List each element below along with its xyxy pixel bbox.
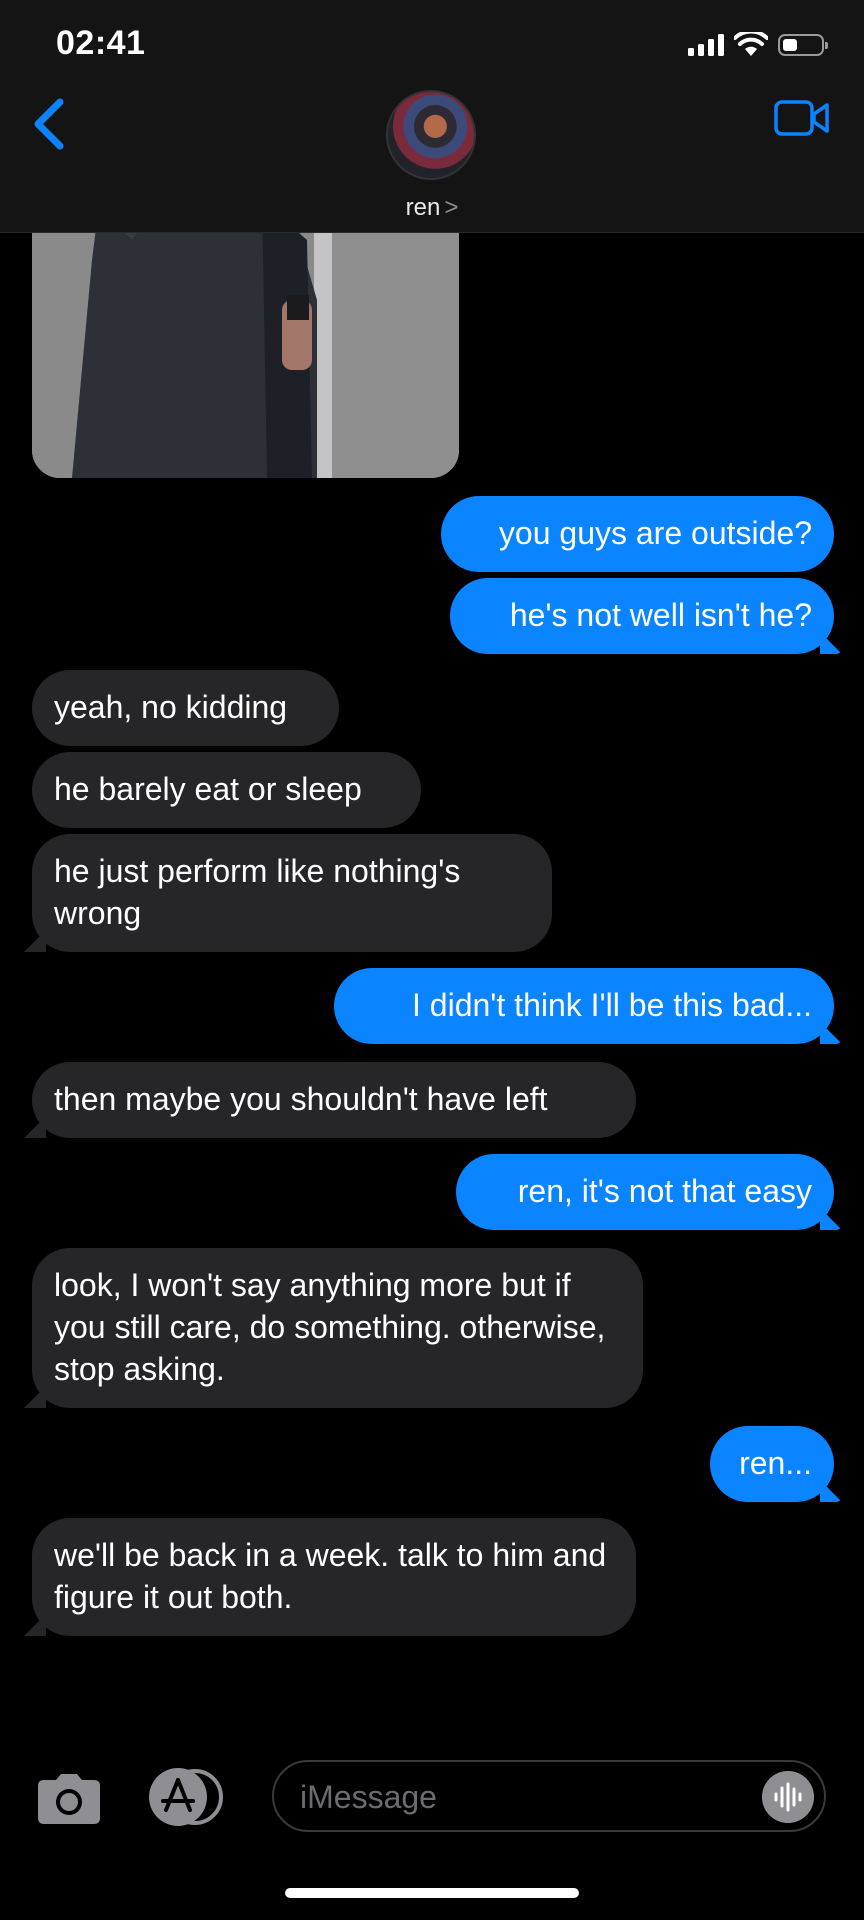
message-input[interactable]: iMessage [272,1760,826,1832]
message-bubble-incoming[interactable]: he barely eat or sleep [32,752,421,828]
message-text: yeah, no kidding [54,689,288,725]
status-time: 02:41 [56,24,146,62]
home-indicator[interactable] [285,1888,579,1898]
message-bubble-outgoing[interactable]: I didn't think I'll be this bad... [334,968,834,1044]
cellular-bars-icon [688,34,724,56]
message-bubble-outgoing[interactable]: ren... [710,1426,834,1502]
messages-screen: 02:41 ren > you guys are outside? he's n… [0,0,864,1920]
message-input-placeholder: iMessage [300,1779,437,1815]
camera-icon[interactable] [34,1772,104,1826]
message-text: look, I won't say anything more but if y… [54,1267,606,1387]
message-text: we'll be back in a week. talk to him and… [54,1537,607,1615]
message-bubble-outgoing[interactable]: he's not well isn't he? [450,578,834,654]
chevron-right-icon: > [444,194,459,221]
message-text: he's not well isn't he? [509,597,812,633]
message-bubble-incoming[interactable]: yeah, no kidding [32,670,339,746]
wifi-icon [734,32,768,56]
contact-name: ren [405,194,441,221]
app-store-icon[interactable] [146,1766,226,1828]
message-text: I didn't think I'll be this bad... [412,987,812,1023]
contact-name-button[interactable]: ren > [0,194,864,222]
battery-level [783,39,797,51]
message-bubble-incoming[interactable]: we'll be back in a week. talk to him and… [32,1518,636,1636]
audio-waveform-icon[interactable] [762,1771,814,1823]
message-text: ren, it's not that easy [517,1173,812,1209]
message-text: ren... [739,1445,812,1481]
message-bubble-incoming[interactable]: look, I won't say anything more but if y… [32,1248,643,1408]
contact-avatar[interactable] [386,90,476,180]
message-bubble-outgoing[interactable]: you guys are outside? [441,496,834,572]
message-bubble-incoming[interactable]: he just perform like nothing's wrong [32,834,552,952]
conversation-header: 02:41 ren > [0,0,864,233]
message-text: you guys are outside? [498,515,812,551]
facetime-video-icon[interactable] [774,98,830,138]
message-text: he barely eat or sleep [54,771,362,807]
battery-icon [778,34,828,56]
back-chevron-icon[interactable] [30,96,70,152]
message-text: he just perform like nothing's wrong [54,853,461,931]
message-text: then maybe you shouldn't have left [54,1081,548,1117]
message-bubble-incoming[interactable]: then maybe you shouldn't have left [32,1062,636,1138]
compose-bar: iMessage [0,1740,864,1850]
message-bubble-outgoing[interactable]: ren, it's not that easy [456,1154,834,1230]
status-icons [688,30,828,60]
